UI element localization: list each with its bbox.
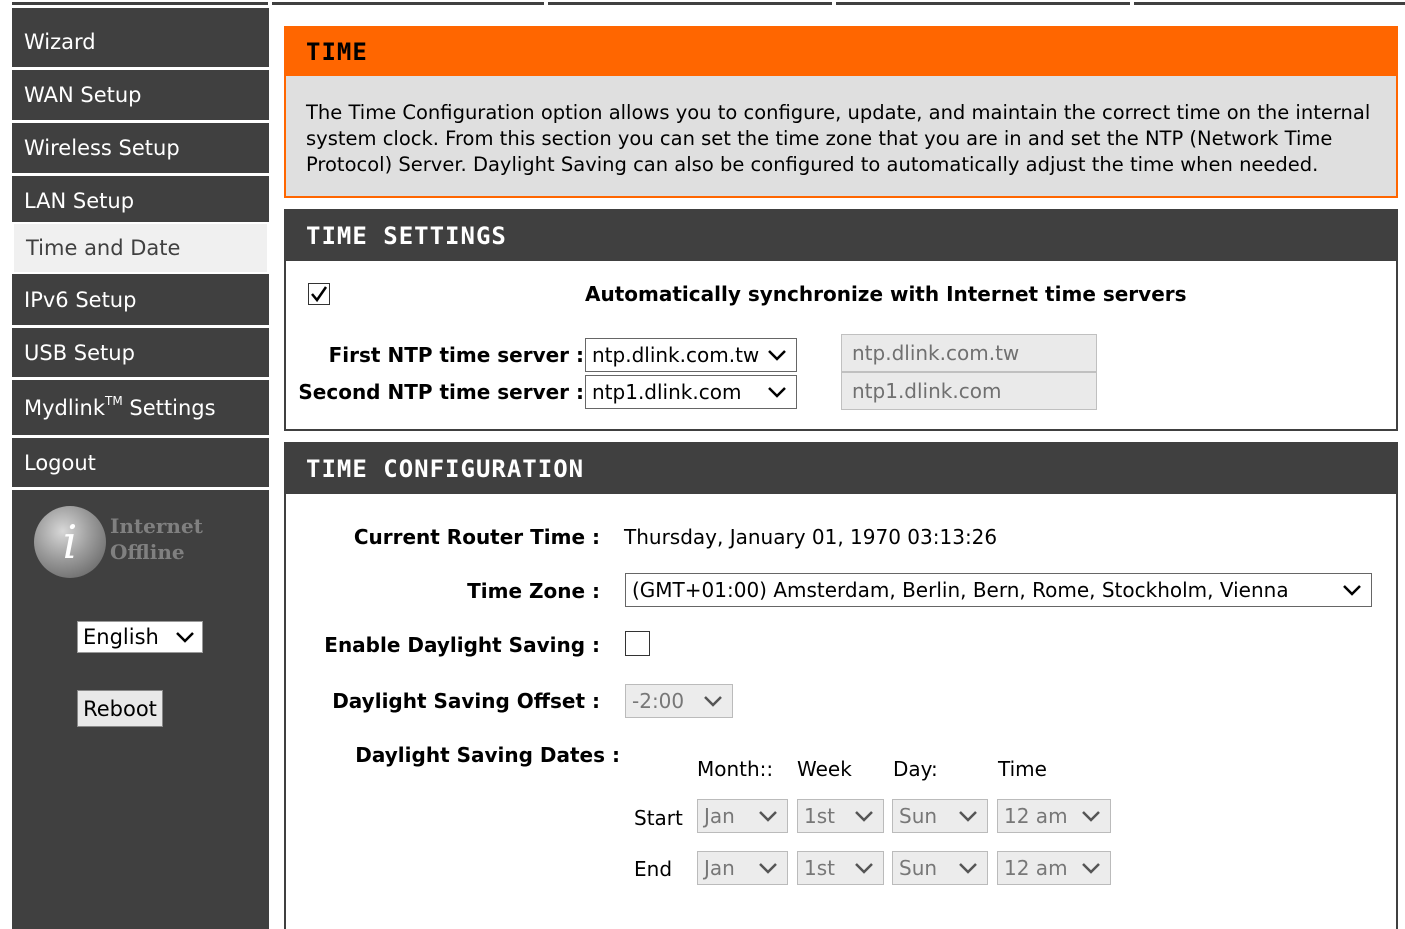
time-panel: TIME The Time Configuration option allow… — [284, 26, 1398, 198]
top-strip-segment — [272, 2, 544, 5]
dst-start-time: 12 am — [1004, 804, 1068, 828]
time-settings-panel: TIME SETTINGS Automatically synchronize … — [284, 209, 1398, 431]
internet-status-line1: Internet — [110, 514, 203, 538]
sidebar-item-wizard[interactable]: Wizard — [12, 16, 269, 70]
first-ntp-label: First NTP time server : — [328, 343, 584, 367]
router-time-label: Current Router Time : — [353, 525, 600, 549]
internet-status-line2: Offline — [110, 540, 185, 564]
trademark-mark: TM — [105, 393, 123, 408]
dst-end-time-select[interactable]: 12 am — [997, 851, 1111, 885]
time-zone-selected: (GMT+01:00) Amsterdam, Berlin, Bern, Rom… — [632, 578, 1289, 602]
time-zone-select[interactable]: (GMT+01:00) Amsterdam, Berlin, Bern, Rom… — [625, 573, 1372, 607]
dst-start-week: 1st — [804, 804, 835, 828]
reboot-button[interactable]: Reboot — [77, 690, 163, 727]
dst-offset-label: Daylight Saving Offset : — [332, 689, 600, 713]
dst-start-day: Sun — [899, 804, 938, 828]
mydlink-prefix: Mydlink — [24, 395, 106, 420]
dst-start-month-select[interactable]: Jan — [697, 799, 788, 833]
sidebar-item-label: MydlinkTM Settings — [24, 393, 216, 420]
dst-start-month: Jan — [704, 804, 735, 828]
dst-start-day-select[interactable]: Sun — [892, 799, 988, 833]
dst-end-day-select[interactable]: Sun — [892, 851, 988, 885]
first-ntp-select[interactable]: ntp.dlink.com.tw — [585, 338, 797, 372]
dst-end-day: Sun — [899, 856, 938, 880]
sidebar-item-logout[interactable]: Logout — [12, 438, 269, 490]
sidebar: Wizard WAN Setup Wireless Setup LAN Setu… — [12, 8, 269, 929]
chevron-down-icon — [1082, 863, 1100, 874]
auto-sync-label: Automatically synchronize with Internet … — [585, 282, 1187, 306]
dst-offset-selected: -2:00 — [632, 689, 685, 713]
column-month: Month:: — [697, 757, 774, 781]
column-day: Day: — [893, 757, 938, 781]
dst-end-label: End — [634, 857, 673, 881]
time-configuration-title: TIME CONFIGURATION — [286, 444, 1396, 494]
chevron-down-icon — [959, 863, 977, 874]
chevron-down-icon — [768, 387, 786, 398]
column-week: Week — [797, 757, 852, 781]
dst-end-month: Jan — [704, 856, 735, 880]
dst-end-week: 1st — [804, 856, 835, 880]
top-strip-segment — [548, 2, 832, 5]
column-time: Time — [998, 757, 1047, 781]
top-strip — [0, 0, 1405, 8]
chevron-down-icon — [855, 811, 873, 822]
second-ntp-field[interactable]: ntp1.dlink.com — [841, 372, 1097, 410]
language-selected: English — [83, 625, 159, 649]
first-ntp-field[interactable]: ntp.dlink.com.tw — [841, 334, 1097, 372]
chevron-down-icon — [759, 863, 777, 874]
sidebar-item-label: LAN Setup — [24, 189, 135, 213]
sidebar-item-usb-setup[interactable]: USB Setup — [12, 328, 269, 380]
time-configuration-panel: TIME CONFIGURATION Current Router Time :… — [284, 442, 1398, 929]
second-ntp-label: Second NTP time server : — [298, 380, 584, 404]
dst-dates-label: Daylight Saving Dates : — [355, 743, 620, 767]
chevron-down-icon — [768, 350, 786, 361]
info-icon: i — [34, 506, 106, 578]
sidebar-item-label: IPv6 Setup — [24, 287, 137, 312]
sidebar-item-label: Logout — [24, 450, 96, 475]
sidebar-item-label: USB Setup — [24, 340, 135, 365]
top-strip-segment — [12, 2, 268, 5]
time-zone-label: Time Zone : — [467, 579, 600, 603]
second-ntp-select[interactable]: ntp1.dlink.com — [585, 375, 797, 409]
time-panel-description: The Time Configuration option allows you… — [306, 101, 1371, 176]
dst-end-week-select[interactable]: 1st — [797, 851, 884, 885]
router-time-value: Thursday, January 01, 1970 03:13:26 — [624, 525, 998, 549]
chevron-down-icon — [176, 632, 194, 643]
time-settings-title: TIME SETTINGS — [286, 211, 1396, 261]
language-select[interactable]: English — [77, 621, 203, 653]
second-ntp-selected: ntp1.dlink.com — [592, 380, 742, 404]
first-ntp-selected: ntp.dlink.com.tw — [592, 343, 760, 367]
dst-start-label: Start — [634, 806, 683, 830]
sidebar-item-label: WAN Setup — [24, 83, 142, 107]
internet-status: i Internet Offline — [34, 506, 234, 596]
checkmark-icon — [311, 286, 328, 303]
chevron-down-icon — [959, 811, 977, 822]
sidebar-item-wireless-setup[interactable]: Wireless Setup — [12, 123, 269, 176]
top-strip-segment — [836, 2, 1130, 5]
sidebar-item-label: Wizard — [24, 29, 96, 54]
chevron-down-icon — [759, 811, 777, 822]
dst-end-time: 12 am — [1004, 856, 1068, 880]
top-strip-segment — [1134, 2, 1405, 5]
dst-start-week-select[interactable]: 1st — [797, 799, 884, 833]
dst-offset-select[interactable]: -2:00 — [625, 684, 733, 718]
chevron-down-icon — [855, 863, 873, 874]
time-panel-title: TIME — [286, 28, 1396, 76]
dst-end-month-select[interactable]: Jan — [697, 851, 788, 885]
sidebar-item-mydlink-settings[interactable]: MydlinkTM Settings — [12, 380, 269, 438]
auto-sync-checkbox[interactable] — [308, 283, 330, 305]
mydlink-suffix: Settings — [129, 395, 216, 420]
dst-enable-checkbox[interactable] — [625, 631, 650, 656]
chevron-down-icon — [1343, 585, 1361, 596]
sidebar-item-label: Wireless Setup — [24, 136, 180, 160]
sidebar-item-ipv6-setup[interactable]: IPv6 Setup — [12, 274, 269, 328]
chevron-down-icon — [704, 696, 722, 707]
dst-start-time-select[interactable]: 12 am — [997, 799, 1111, 833]
sidebar-item-wan-setup[interactable]: WAN Setup — [12, 70, 269, 123]
sidebar-item-time-and-date[interactable]: Time and Date — [12, 222, 269, 274]
dst-enable-label: Enable Daylight Saving : — [324, 633, 600, 657]
chevron-down-icon — [1082, 811, 1100, 822]
sidebar-item-label: Time and Date — [26, 236, 181, 260]
